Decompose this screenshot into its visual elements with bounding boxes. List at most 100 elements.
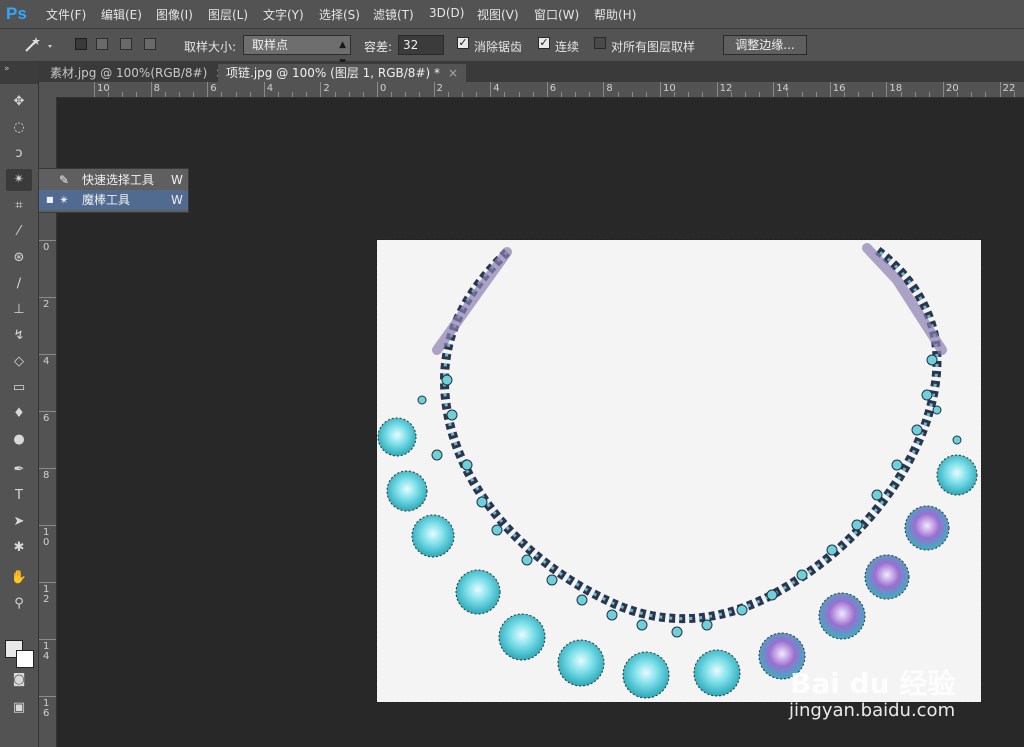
ruler-minor-tick (164, 92, 166, 97)
ruler-tick (39, 639, 56, 640)
ruler-minor-tick (193, 92, 195, 97)
add-to-selection-button[interactable] (96, 38, 108, 50)
history-brush-icon[interactable]: ↯ (6, 325, 32, 347)
ruler-minor-tick (858, 92, 860, 97)
ruler-label: 14 (43, 641, 50, 662)
ruler-minor-tick (249, 92, 251, 97)
quick-selection-icon: ✎ (59, 173, 70, 187)
watermark-url: jingyan.baidu.com (789, 700, 956, 721)
toolbox-header[interactable]: » (0, 62, 38, 84)
ruler-tick (603, 82, 605, 97)
options-bar: 取样大小: 取样点 ▲▼ 容差: 32 ✓ 消除锯齿 ✓ 连续 对所有图层取样 … (0, 29, 1024, 68)
type-tool-icon[interactable]: T (6, 485, 32, 507)
necklace-chain (440, 246, 942, 624)
menu-edit[interactable]: 编辑(E) (101, 6, 142, 23)
flyout-magic-wand[interactable]: ■ ✴ 魔棒工具 W (39, 190, 188, 210)
contiguous-label: 连续 (555, 40, 580, 54)
eraser-tool-icon[interactable]: ◇ (6, 351, 32, 373)
sample-size-select[interactable]: 取样点 ▲▼ (243, 35, 351, 68)
ruler-minor-tick (136, 92, 138, 97)
flyout-quick-selection[interactable]: ✎ 快速选择工具 W (39, 170, 188, 190)
ruler-minor-tick (405, 92, 407, 97)
ruler-minor-tick (730, 92, 732, 97)
blur-tool-icon[interactable]: ♦ (6, 403, 32, 425)
ruler-corner[interactable] (39, 82, 57, 98)
tolerance-label: 容差: (364, 40, 393, 54)
menu-type[interactable]: 文字(Y) (263, 6, 304, 23)
ruler-tick (39, 240, 56, 241)
clone-stamp-icon[interactable]: ⊥ (6, 299, 32, 321)
watermark-brand: Bai du 经验 (790, 667, 956, 700)
lasso-tool-icon[interactable]: ↄ (6, 143, 32, 165)
tab-source-image[interactable]: 素材.jpg @ 100%(RGB/8#)× (42, 64, 233, 82)
dodge-tool-icon[interactable]: ● (6, 429, 32, 451)
ruler-tick (716, 82, 718, 97)
menu-layer[interactable]: 图层(L) (208, 6, 248, 23)
new-selection-button[interactable] (75, 38, 87, 50)
collapse-icon[interactable]: » (4, 64, 10, 74)
menu-file[interactable]: 文件(F) (46, 6, 86, 23)
document-tabs: 素材.jpg @ 100%(RGB/8#)× 项链.jpg @ 100% (图层… (38, 62, 1024, 82)
crop-tool-icon[interactable]: ⌗ (6, 195, 32, 217)
ruler-minor-tick (688, 92, 690, 97)
flyout-shortcut: W (171, 193, 183, 207)
path-selection-icon[interactable]: ➤ (6, 511, 32, 533)
flyout-shortcut: W (171, 173, 183, 187)
contiguous-checkbox[interactable]: ✓ (538, 37, 550, 49)
sample-size-value: 取样点 (252, 38, 289, 52)
ruler-minor-tick (645, 92, 647, 97)
ruler-tick (660, 82, 661, 97)
menu-filter[interactable]: 滤镜(T) (373, 6, 414, 23)
ruler-minor-tick (122, 92, 124, 97)
healing-brush-icon[interactable]: ⊛ (6, 247, 32, 269)
sample-all-layers-checkbox[interactable] (594, 37, 606, 49)
ruler-tick (377, 82, 378, 97)
menu-help[interactable]: 帮助(H) (594, 6, 636, 23)
move-tool-icon[interactable]: ✥ (6, 91, 32, 113)
refine-edge-button[interactable]: 调整边缘... (723, 35, 807, 55)
marquee-tool-icon[interactable]: ◌ (6, 117, 32, 139)
tab-label: 素材.jpg @ 100%(RGB/8#) (50, 66, 208, 80)
ruler-minor-tick (843, 92, 845, 97)
eyedropper-tool-icon[interactable]: ⁄ (6, 221, 32, 243)
ruler-tick (999, 82, 1001, 97)
ruler-label: 0 (380, 83, 387, 94)
menu-select[interactable]: 选择(S) (319, 6, 360, 23)
ruler-tick (943, 82, 944, 97)
menu-3d[interactable]: 3D(D) (429, 6, 464, 20)
ruler-minor-tick (277, 92, 279, 97)
tolerance-input[interactable]: 32 (398, 35, 444, 55)
quick-mask-icon[interactable]: ◙ (6, 669, 32, 691)
close-icon[interactable]: × (448, 66, 458, 80)
brush-tool-icon[interactable]: ∕ (6, 273, 32, 295)
menu-window[interactable]: 窗口(W) (534, 6, 579, 23)
ruler-minor-tick (575, 92, 577, 97)
ruler-minor-tick (631, 92, 633, 97)
antialias-checkbox[interactable]: ✓ (457, 37, 469, 49)
ruler-label: 10 (43, 527, 50, 548)
menu-bar: Ps 文件(F) 编辑(E) 图像(I) 图层(L) 文字(Y) 选择(S) 滤… (0, 0, 1024, 29)
intersect-selection-button[interactable] (144, 38, 156, 50)
selected-bullet-icon: ■ (46, 195, 54, 204)
hand-tool-icon[interactable]: ✋ (6, 567, 32, 589)
ruler-label: 12 (43, 584, 50, 605)
ruler-label: 0 (43, 242, 50, 253)
ruler-label: 6 (43, 413, 50, 424)
horizontal-ruler[interactable]: 10 8 6 4 2 0 2 4 6 8 10 12 14 16 18 20 22 (57, 82, 1024, 98)
zoom-tool-icon[interactable]: ⚲ (6, 593, 32, 615)
screen-mode-icon[interactable]: ▣ (6, 697, 32, 719)
background-color-swatch[interactable] (16, 650, 34, 668)
magic-wand-icon[interactable] (20, 35, 56, 55)
ruler-minor-tick (759, 92, 761, 97)
tab-necklace-image[interactable]: 项链.jpg @ 100% (图层 1, RGB/8#) * × (218, 64, 467, 82)
ruler-label: 8 (606, 83, 613, 94)
pen-tool-icon[interactable]: ✒ (6, 459, 32, 481)
menu-view[interactable]: 视图(V) (477, 6, 519, 23)
magic-wand-tool-icon[interactable]: ✴ (6, 169, 32, 191)
menu-image[interactable]: 图像(I) (156, 6, 193, 23)
gradient-tool-icon[interactable]: ▭ (6, 377, 32, 399)
shape-tool-icon[interactable]: ✱ (6, 537, 32, 559)
document-canvas[interactable] (376, 239, 982, 703)
subtract-selection-button[interactable] (120, 38, 132, 50)
selection-tool-flyout: ✎ 快速选择工具 W ■ ✴ 魔棒工具 W (38, 168, 189, 213)
